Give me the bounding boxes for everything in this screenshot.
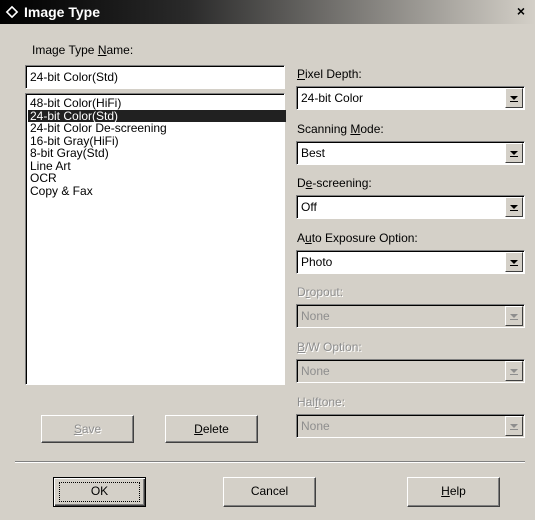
cancel-button[interactable]: Cancel bbox=[223, 477, 316, 507]
window-title: Image Type bbox=[24, 4, 100, 20]
cancel-button-label: Cancel bbox=[250, 484, 289, 498]
pixel-depth-value: 24-bit Color bbox=[301, 91, 364, 105]
image-type-dialog: Image Type × Image Type Name: 24-bit Col… bbox=[0, 0, 535, 520]
descreening-select[interactable]: Off bbox=[296, 195, 525, 219]
dropdown-arrow-icon bbox=[505, 361, 523, 381]
halftone-select: None bbox=[296, 414, 525, 438]
pixel-depth-label: Pixel Depth: bbox=[297, 67, 362, 81]
image-type-list[interactable]: 48-bit Color(HiFi) 24-bit Color(Std) 24-bi… bbox=[25, 93, 286, 385]
bw-option-label: B/W Option: bbox=[297, 340, 362, 354]
save-button-label: Save bbox=[73, 422, 102, 436]
list-item[interactable]: OCR bbox=[28, 172, 284, 185]
auto-exposure-label: Auto Exposure Option: bbox=[297, 231, 418, 245]
bw-option-value: None bbox=[301, 364, 330, 378]
dropdown-arrow-icon[interactable] bbox=[505, 143, 523, 163]
scanning-mode-value: Best bbox=[301, 146, 326, 160]
halftone-label: Halftone: bbox=[297, 395, 346, 409]
dropout-label: Dropout: bbox=[297, 285, 344, 299]
descreening-value: Off bbox=[301, 200, 317, 214]
auto-exposure-select[interactable]: Photo bbox=[296, 250, 525, 274]
help-button-label: Help bbox=[441, 484, 466, 498]
pixel-depth-select[interactable]: 24-bit Color bbox=[296, 86, 525, 110]
bw-option-select: None bbox=[296, 359, 525, 383]
close-icon[interactable]: × bbox=[513, 3, 529, 20]
descreening-label: De-screening: bbox=[297, 176, 372, 190]
halftone-value: None bbox=[301, 419, 330, 433]
auto-exposure-value: Photo bbox=[301, 255, 333, 269]
delete-button-label: Delete bbox=[194, 422, 229, 436]
dropdown-arrow-icon[interactable] bbox=[505, 252, 523, 272]
dropdown-arrow-icon bbox=[505, 416, 523, 436]
list-item[interactable]: 24-bit Color De-screening bbox=[28, 122, 284, 135]
dropdown-arrow-icon[interactable] bbox=[505, 197, 523, 217]
dropout-select: None bbox=[296, 304, 525, 328]
delete-button[interactable]: Delete bbox=[165, 415, 258, 443]
list-item[interactable]: 48-bit Color(HiFi) bbox=[28, 97, 284, 110]
list-item[interactable]: 8-bit Gray(Std) bbox=[28, 147, 284, 160]
list-item[interactable]: Line Art bbox=[28, 160, 284, 173]
dropdown-arrow-icon[interactable] bbox=[505, 88, 523, 108]
image-type-name-value: 24-bit Color(Std) bbox=[30, 70, 119, 84]
focus-rectangle bbox=[59, 482, 140, 502]
scanner-app-icon bbox=[4, 4, 20, 20]
image-type-name-label: Image Type Name: bbox=[32, 43, 134, 57]
title-bar[interactable]: Image Type × bbox=[0, 0, 535, 24]
list-item[interactable]: Copy & Fax bbox=[28, 185, 284, 198]
scanning-mode-label: Scanning Mode: bbox=[297, 122, 384, 136]
help-button[interactable]: Help bbox=[407, 477, 500, 507]
dropout-value: None bbox=[301, 309, 330, 323]
dropdown-arrow-icon bbox=[505, 306, 523, 326]
save-button[interactable]: Save bbox=[41, 415, 134, 443]
ok-button[interactable]: OK bbox=[53, 477, 146, 507]
scanning-mode-select[interactable]: Best bbox=[296, 141, 525, 165]
separator bbox=[15, 461, 525, 463]
image-type-name-input[interactable]: 24-bit Color(Std) bbox=[25, 65, 285, 89]
